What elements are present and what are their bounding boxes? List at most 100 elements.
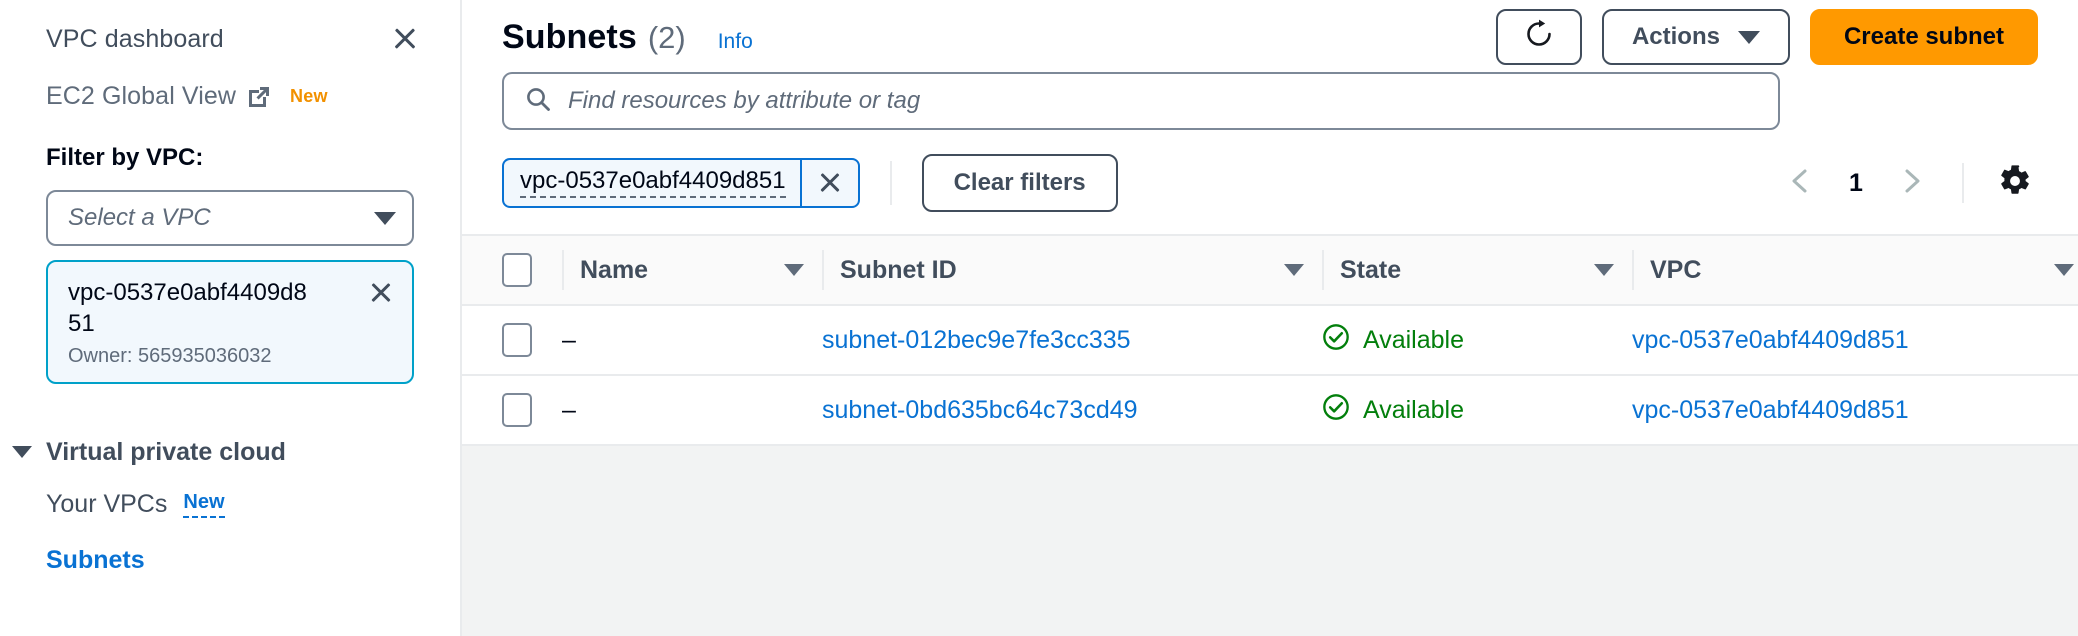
selected-vpc-card[interactable]: vpc-0537e0abf4409d851 Owner: 56593503603…	[46, 260, 414, 385]
page-number-1[interactable]: 1	[1834, 169, 1878, 198]
pagination-divider	[1962, 163, 1964, 203]
table-head: Name Subnet ID State VPC	[462, 234, 2078, 306]
table-row[interactable]: – subnet-0bd635bc64c73cd49 Available vpc…	[462, 375, 2078, 446]
chevron-down-icon	[1737, 30, 1760, 44]
gear-icon	[1998, 164, 2032, 203]
status-badge: Available	[1322, 323, 1632, 358]
column-header-subnet-id-inner: Subnet ID	[822, 236, 1322, 304]
table-body: – subnet-012bec9e7fe3cc335 Available vpc…	[462, 305, 2078, 446]
close-icon	[818, 171, 842, 195]
filter-row: vpc-0537e0abf4409d851 Clear filters 1	[462, 130, 2078, 234]
table-header-row: Name Subnet ID State VPC	[462, 234, 2078, 306]
status-badge: Available	[1322, 393, 1632, 428]
column-header-state-inner: State	[1322, 236, 1632, 304]
row-checkbox[interactable]	[502, 323, 532, 357]
main-content-area: Subnets (2) Info Actions Create subnet F…	[462, 0, 2078, 636]
search-row: Find resources by attribute or tag	[462, 72, 2078, 130]
table-row[interactable]: – subnet-012bec9e7fe3cc335 Available vpc…	[462, 305, 2078, 376]
status-label: Available	[1363, 395, 1465, 424]
info-link[interactable]: Info	[718, 30, 753, 54]
status-label: Available	[1363, 325, 1465, 354]
filter-by-vpc-text: Filter by VPC:	[46, 144, 204, 171]
sidebar-item-ec2-global-view[interactable]: EC2 Global View New	[0, 70, 460, 122]
row-select-cell	[462, 305, 562, 376]
refresh-icon	[1523, 18, 1555, 57]
cell-subnet-id: subnet-012bec9e7fe3cc335	[822, 305, 1322, 376]
cell-subnet-id: subnet-0bd635bc64c73cd49	[822, 375, 1322, 446]
page-title-count: (2)	[647, 19, 686, 55]
column-header-subnet-id[interactable]: Subnet ID	[822, 234, 1322, 306]
row-select-cell	[462, 375, 562, 446]
filter-token-dismiss-button[interactable]	[799, 160, 858, 206]
selected-vpc-id: vpc-0537e0abf4409d851	[68, 279, 307, 337]
sort-icon[interactable]	[784, 264, 804, 276]
column-header-vpc[interactable]: VPC	[1632, 234, 2078, 306]
new-badge: New	[183, 491, 225, 518]
subnet-id-link[interactable]: subnet-0bd635bc64c73cd49	[822, 396, 1138, 424]
row-checkbox[interactable]	[502, 393, 532, 427]
vpc-console-page: VPC dashboard EC2 Global View New Filter…	[0, 0, 2078, 636]
filter-token-vpc[interactable]: vpc-0537e0abf4409d851	[502, 158, 860, 208]
close-icon[interactable]	[390, 24, 420, 54]
filter-divider	[889, 161, 892, 205]
column-separator	[562, 250, 564, 290]
pagination-controls: 1	[1774, 156, 2042, 210]
sidebar-item-your-vpcs[interactable]: Your VPCs New	[0, 476, 460, 532]
search-icon	[524, 85, 552, 118]
refresh-button[interactable]	[1495, 9, 1582, 65]
sort-icon[interactable]	[2054, 264, 2074, 276]
select-all-checkbox[interactable]	[502, 253, 532, 287]
create-subnet-label: Create subnet	[1843, 23, 2004, 50]
clear-filters-button[interactable]: Clear filters	[921, 154, 1118, 212]
caret-down-icon	[12, 446, 32, 459]
select-all-header	[462, 234, 562, 306]
cell-vpc: vpc-0537e0abf4409d851	[1632, 375, 2078, 446]
status-success-icon	[1322, 323, 1350, 358]
selected-vpc-owner: Owner: 565935036032	[68, 345, 272, 368]
sort-icon[interactable]	[1284, 264, 1304, 276]
status-success-icon	[1322, 393, 1350, 428]
page-title-text: Subnets	[502, 17, 637, 56]
external-link-icon	[246, 84, 272, 110]
column-header-name[interactable]: Name	[562, 234, 822, 306]
actions-dropdown-button[interactable]: Actions	[1601, 9, 1790, 65]
subnet-id-link[interactable]: subnet-012bec9e7fe3cc335	[822, 326, 1131, 354]
page-title: Subnets (2) Info	[502, 18, 753, 57]
new-badge: New	[290, 85, 328, 106]
cell-vpc: vpc-0537e0abf4409d851	[1632, 305, 2078, 376]
cell-name-text: –	[562, 395, 576, 424]
chevron-left-icon	[1786, 166, 1816, 201]
cell-state: Available	[1322, 305, 1632, 376]
cell-name: –	[562, 375, 822, 446]
cell-name-text: –	[562, 325, 576, 354]
column-header-state[interactable]: State	[1322, 234, 1632, 306]
actions-label: Actions	[1631, 23, 1720, 50]
vpc-link[interactable]: vpc-0537e0abf4409d851	[1632, 396, 1909, 424]
sidebar-item-vpc-dashboard[interactable]: VPC dashboard	[0, 8, 460, 70]
clear-filters-label: Clear filters	[953, 169, 1086, 196]
vpc-select-dropdown[interactable]: Select a VPC	[46, 190, 414, 246]
vpc-link[interactable]: vpc-0537e0abf4409d851	[1632, 326, 1909, 354]
chevron-down-icon	[374, 211, 396, 225]
column-header-name-inner: Name	[562, 236, 822, 304]
previous-page-button[interactable]	[1774, 156, 1828, 210]
create-subnet-button[interactable]: Create subnet	[1809, 9, 2038, 65]
filter-token-label-wrap: vpc-0537e0abf4409d851	[504, 160, 800, 206]
close-icon[interactable]	[368, 280, 394, 306]
search-placeholder: Find resources by attribute or tag	[568, 87, 921, 114]
subnets-panel: Subnets (2) Info Actions Create subnet F…	[462, 0, 2078, 446]
cell-name: –	[562, 305, 822, 376]
subnets-table: Name Subnet ID State VPC – subnet-012bec…	[462, 234, 2078, 446]
table-preferences-button[interactable]	[1988, 156, 2042, 210]
filter-by-vpc-label: Filter by VPC:	[0, 122, 460, 176]
sidebar-group-virtual-private-cloud[interactable]: Virtual private cloud	[0, 428, 460, 476]
next-page-button[interactable]	[1884, 156, 1938, 210]
column-header-vpc-inner: VPC	[1632, 236, 2078, 304]
sidebar-item-label: Your VPCs	[46, 489, 168, 518]
sidebar-item-subnets[interactable]: Subnets	[0, 532, 460, 588]
filter-token-label: vpc-0537e0abf4409d851	[520, 167, 786, 198]
chevron-right-icon	[1896, 166, 1926, 201]
search-input[interactable]: Find resources by attribute or tag	[502, 72, 1780, 130]
column-header-label: State	[1340, 255, 1402, 284]
sort-icon[interactable]	[1594, 264, 1614, 276]
